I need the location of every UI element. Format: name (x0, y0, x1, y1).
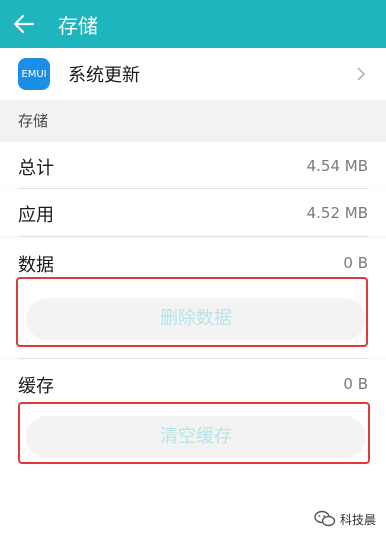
storage-row-cache: 缓存 0 B (0, 360, 386, 406)
cache-label: 缓存 (18, 376, 54, 397)
app-storage-screen: 存储 EMUI 系统更新 存储 总计 4.54 MB 应用 4.52 MB 数据… (0, 0, 386, 542)
back-arrow-icon (13, 14, 35, 34)
section-header-storage: 存储 (0, 100, 386, 142)
divider (18, 236, 368, 237)
highlight-box (16, 277, 368, 347)
empty-area (0, 468, 386, 542)
back-button[interactable] (0, 0, 48, 48)
divider (18, 358, 368, 359)
cache-value: 0 B (343, 375, 368, 393)
page-title: 存储 (58, 13, 98, 38)
data-value: 0 B (343, 254, 368, 272)
storage-row-total: 总计 4.54 MB (0, 142, 386, 188)
emui-app-icon: EMUI (18, 58, 50, 90)
wechat-icon (314, 510, 336, 527)
app-bar: 存储 (0, 0, 386, 48)
highlight-box (18, 402, 370, 464)
app-label: 应用 (18, 205, 54, 226)
storage-row-app: 应用 4.52 MB (0, 189, 386, 235)
data-label: 数据 (18, 255, 54, 276)
total-label: 总计 (18, 158, 54, 179)
total-value: 4.54 MB (306, 157, 368, 175)
chevron-right-icon (357, 67, 366, 81)
app-info-row[interactable]: EMUI 系统更新 (0, 48, 386, 100)
watermark-text: 科技晨 (339, 512, 376, 527)
app-value: 4.52 MB (306, 204, 368, 222)
app-name: 系统更新 (68, 65, 140, 86)
watermark: 科技晨 (314, 510, 376, 528)
